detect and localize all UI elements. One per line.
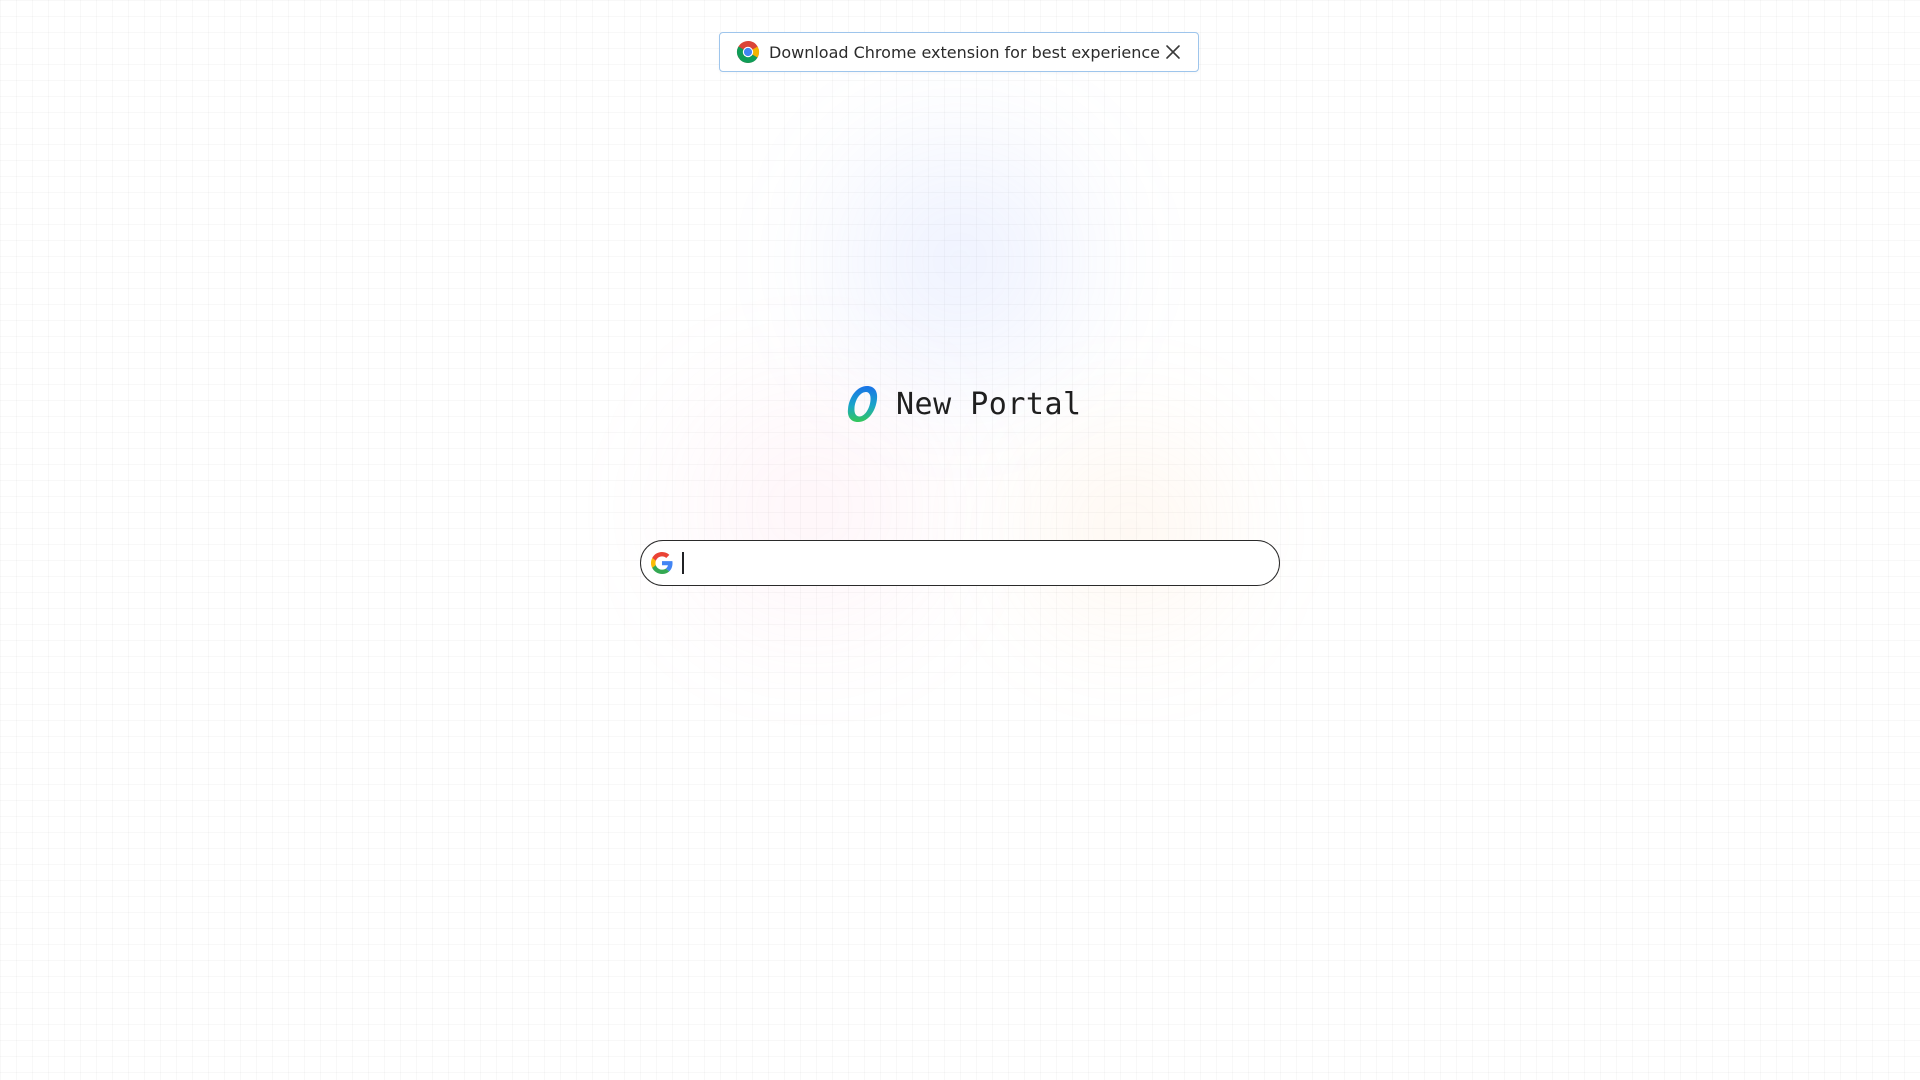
brand-title: New Portal (896, 386, 1082, 422)
chrome-icon (736, 40, 760, 64)
banner-message: Download Chrome extension for best exper… (769, 42, 1161, 62)
chrome-extension-banner[interactable]: Download Chrome extension for best exper… (719, 32, 1199, 72)
search-bar[interactable] (640, 540, 1280, 586)
google-icon (651, 552, 673, 574)
background-glow-blue (760, 90, 1160, 430)
close-icon[interactable] (1162, 41, 1184, 63)
text-cursor (682, 552, 684, 574)
search-input[interactable] (681, 548, 1267, 578)
brand-header: New Portal (843, 382, 1082, 426)
portal-logo-icon (843, 383, 881, 425)
